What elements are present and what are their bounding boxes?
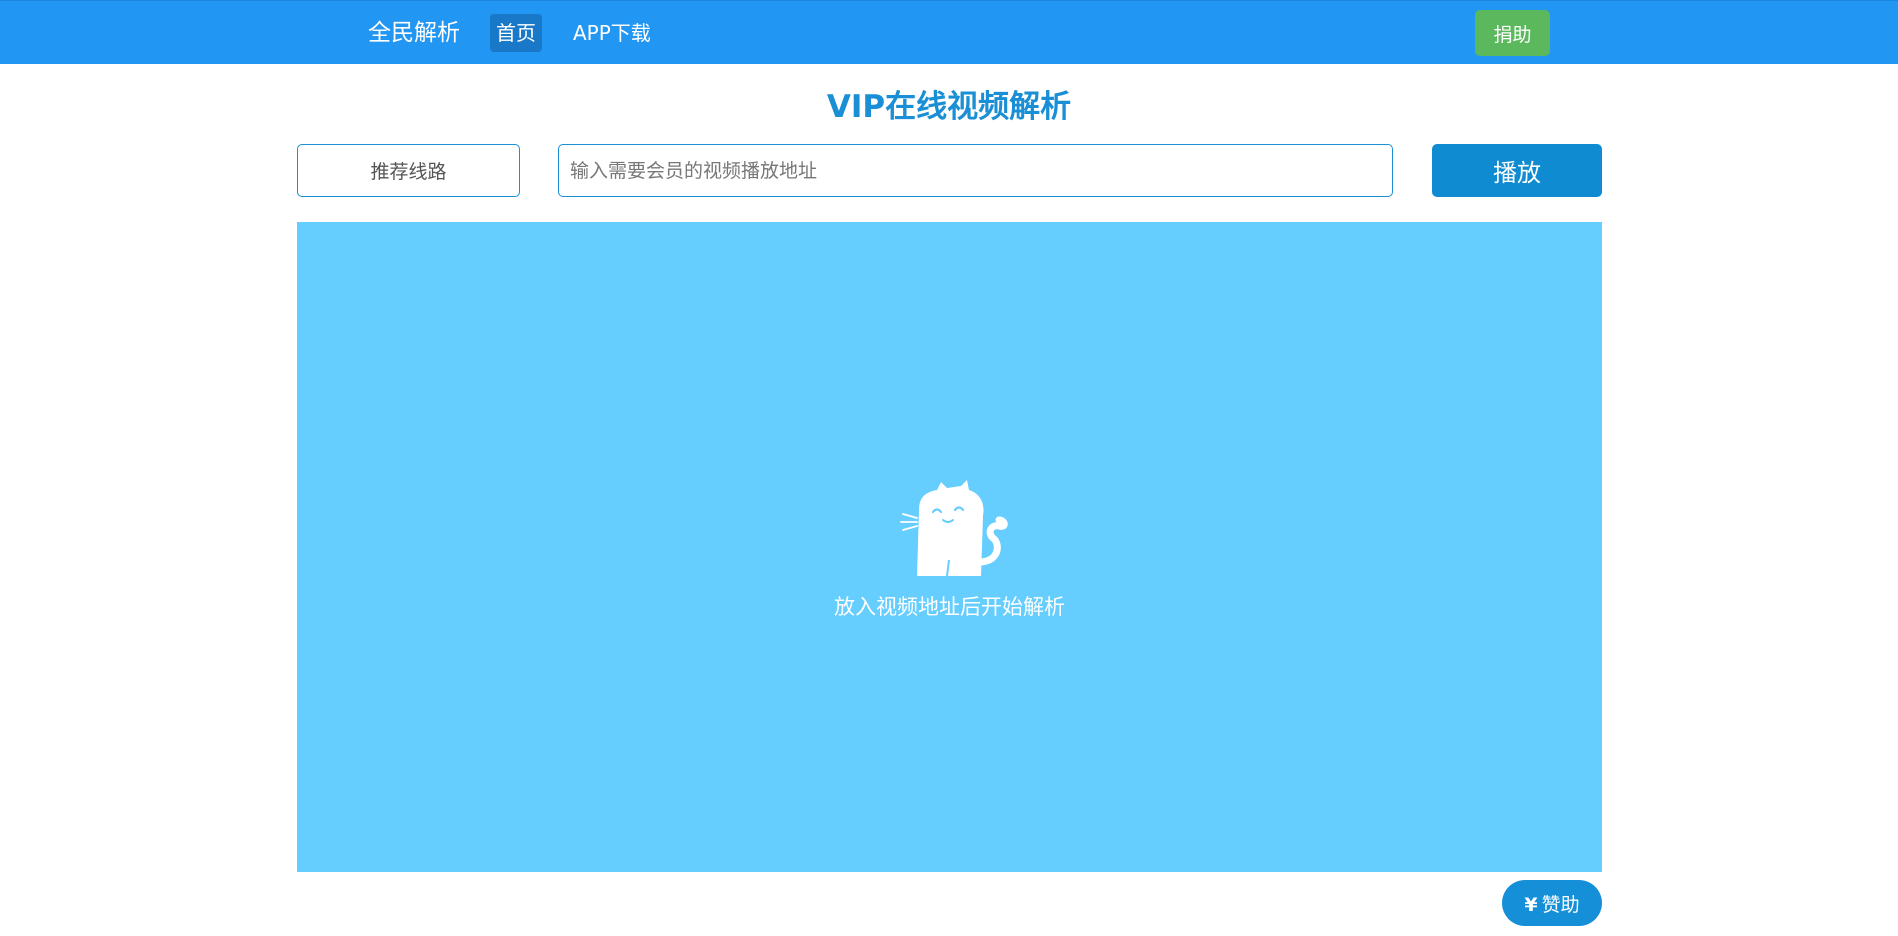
player-hint: 放入视频地址后开始解析 bbox=[834, 595, 1065, 619]
video-url-input[interactable] bbox=[558, 144, 1393, 197]
yen-icon: ¥ bbox=[1524, 893, 1538, 916]
video-player[interactable]: 放入视频地址后开始解析 bbox=[297, 222, 1602, 872]
nav-item-home[interactable]: 首页 bbox=[490, 14, 542, 52]
nav-item-app-download[interactable]: APP下载 bbox=[567, 14, 657, 52]
donate-button[interactable]: 捐助 bbox=[1475, 10, 1550, 56]
route-select-button[interactable]: 推荐线路 bbox=[297, 144, 520, 197]
sponsor-button[interactable]: ¥ 赞助 bbox=[1502, 880, 1602, 926]
brand-logo[interactable]: 全民解析 bbox=[368, 1, 460, 65]
page-title: VIP在线视频解析 bbox=[826, 89, 1072, 125]
cat-icon bbox=[900, 480, 1008, 577]
sponsor-label: 赞助 bbox=[1541, 893, 1580, 916]
top-navbar: 全民解析 首页 APP下载 捐助 bbox=[0, 0, 1898, 64]
play-button[interactable]: 播放 bbox=[1432, 144, 1602, 197]
